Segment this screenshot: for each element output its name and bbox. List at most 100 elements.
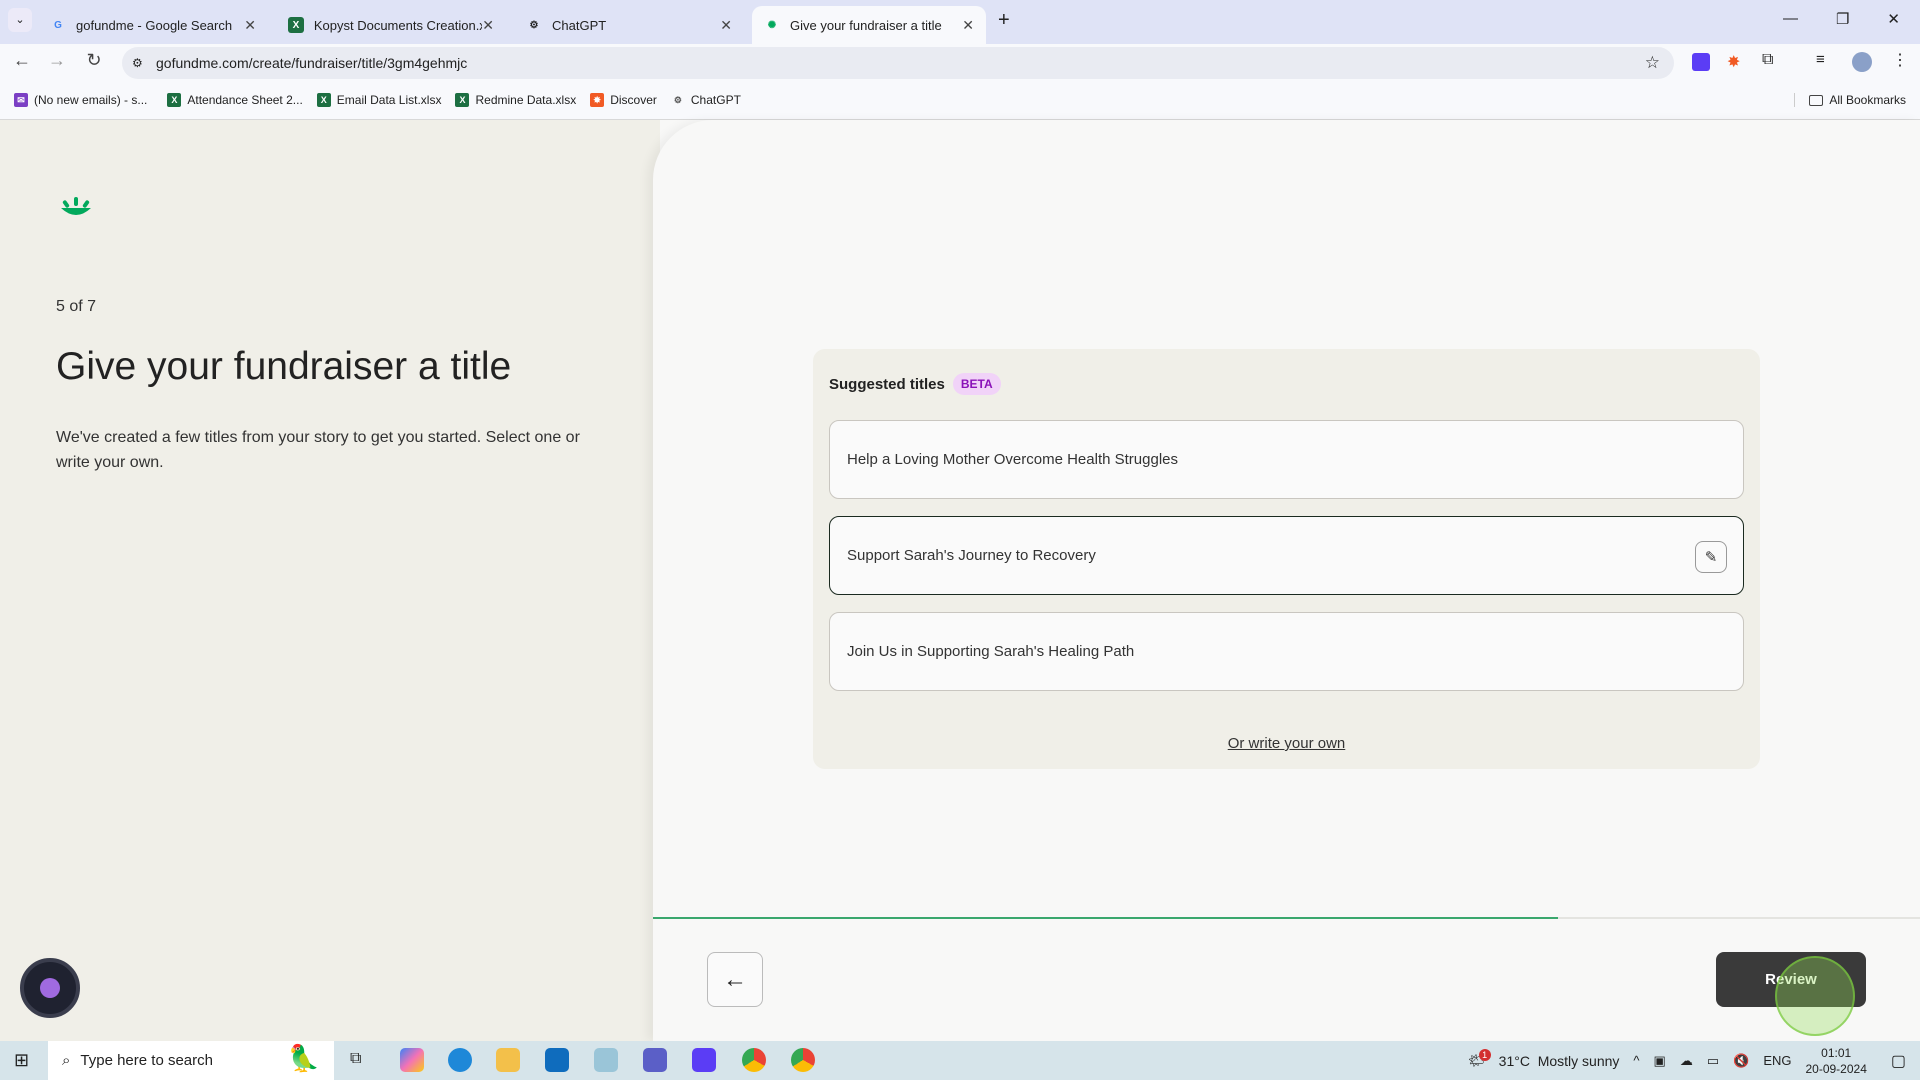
bookmark-item[interactable]: X Redmine Data.xlsx bbox=[455, 93, 576, 107]
media-icon[interactable]: ≡ bbox=[1816, 51, 1825, 68]
bookmark-item[interactable]: ✉ (No new emails) - s... bbox=[14, 93, 147, 107]
option-text: Join Us in Supporting Sarah's Healing Pa… bbox=[847, 643, 1135, 660]
gofundme-logo-icon[interactable] bbox=[58, 196, 94, 218]
gofundme-icon: ✺ bbox=[767, 19, 777, 31]
tab-label: Give your fundraiser a title bbox=[790, 17, 942, 33]
windows-start-icon[interactable]: ⊞ bbox=[14, 1050, 29, 1071]
assistant-bubble[interactable] bbox=[20, 958, 80, 1018]
extension-icon[interactable]: ✸ bbox=[1727, 52, 1740, 72]
mail-icon: ✉ bbox=[14, 93, 28, 107]
step-indicator: 5 of 7 bbox=[56, 298, 97, 315]
tab-chatgpt[interactable]: ⚙ ChatGPT ✕ bbox=[514, 6, 744, 44]
option-text: Support Sarah's Journey to Recovery bbox=[847, 547, 1096, 564]
task-view-icon[interactable]: ⧉ bbox=[350, 1050, 361, 1068]
teams-icon[interactable] bbox=[643, 1048, 667, 1072]
title-option[interactable]: Join Us in Supporting Sarah's Healing Pa… bbox=[829, 612, 1744, 691]
chevron-up-icon[interactable]: ^ bbox=[1633, 1053, 1639, 1068]
bookmark-label: Email Data List.xlsx bbox=[336, 93, 442, 107]
chrome-profile-icon[interactable] bbox=[791, 1048, 815, 1072]
close-tab-icon[interactable]: ✕ bbox=[244, 17, 256, 34]
bookmark-item[interactable]: X Email Data List.xlsx bbox=[316, 93, 442, 107]
all-bookmarks[interactable]: All Bookmarks bbox=[1794, 93, 1906, 107]
left-panel bbox=[0, 120, 660, 1041]
notepad-icon[interactable] bbox=[594, 1048, 618, 1072]
notification-icon[interactable]: ▢ bbox=[1891, 1051, 1906, 1071]
title-option[interactable]: Help a Loving Mother Overcome Health Str… bbox=[829, 420, 1744, 499]
url-text: gofundme.com/create/fundraiser/title/3gm… bbox=[156, 55, 468, 71]
window-controls: — ❐ ✕ bbox=[1783, 10, 1900, 28]
bookmark-item[interactable]: ⚙ ChatGPT bbox=[671, 93, 741, 107]
minimize-icon[interactable]: — bbox=[1783, 10, 1798, 28]
bookmark-label: (No new emails) - s... bbox=[34, 93, 148, 107]
camera-icon[interactable]: ▣ bbox=[1654, 1053, 1666, 1069]
progress-bar bbox=[653, 917, 1558, 919]
bookmark-item[interactable]: X Attendance Sheet 2... bbox=[167, 93, 303, 107]
excel-icon: X bbox=[455, 93, 470, 107]
tab-excel[interactable]: X Kopyst Documents Creation.xlsx✕ bbox=[276, 6, 506, 44]
tab-gofundme[interactable]: ✺ Give your fundraiser a title ✕ bbox=[752, 6, 986, 44]
close-tab-icon[interactable]: ✕ bbox=[720, 17, 732, 34]
volume-muted-icon[interactable]: 🔇 bbox=[1733, 1053, 1749, 1069]
bookmarks-bar: ✉ (No new emails) - s... X Attendance Shee… bbox=[0, 81, 1920, 120]
bookmark-label: Discover bbox=[610, 93, 657, 107]
write-your-own-link[interactable]: Or write your own bbox=[813, 735, 1760, 752]
close-window-icon[interactable]: ✕ bbox=[1887, 10, 1900, 28]
language-indicator[interactable]: ENG bbox=[1763, 1053, 1791, 1068]
suggested-titles-heading: Suggested titles BETA bbox=[829, 373, 1001, 395]
search-icon: ⌕ bbox=[62, 1052, 71, 1069]
clock[interactable]: 01:01 20-09-2024 bbox=[1805, 1045, 1866, 1077]
taskbar-search[interactable]: ⌕ Type here to search 🦜 bbox=[48, 1041, 334, 1080]
weather-icon[interactable]: 🌤 1 bbox=[1468, 1048, 1491, 1069]
heading-text: Suggested titles bbox=[829, 375, 945, 393]
option-text: Help a Loving Mother Overcome Health Str… bbox=[847, 451, 1178, 468]
back-button[interactable]: ← bbox=[707, 952, 763, 1007]
network-icon[interactable]: ▭ bbox=[1707, 1053, 1719, 1069]
reload-icon[interactable]: ↻ bbox=[82, 50, 106, 71]
file-explorer-icon[interactable] bbox=[496, 1048, 520, 1072]
weather-badge: 1 bbox=[1478, 1048, 1491, 1061]
pencil-edit-icon[interactable]: ✎ bbox=[1695, 541, 1727, 573]
restore-icon[interactable]: ❐ bbox=[1836, 10, 1849, 28]
copilot-icon[interactable] bbox=[400, 1048, 424, 1072]
all-bookmarks-label: All Bookmarks bbox=[1829, 93, 1906, 107]
site-info-icon[interactable]: ⚙ bbox=[132, 56, 143, 70]
chatgpt-icon: ⚙ bbox=[529, 19, 539, 31]
page-title: Give your fundraiser a title bbox=[56, 345, 512, 388]
bookmark-label: Attendance Sheet 2... bbox=[187, 93, 303, 107]
new-tab-button[interactable]: + bbox=[998, 9, 1010, 32]
beta-badge: BETA bbox=[952, 373, 1001, 395]
forward-nav-icon[interactable]: → bbox=[45, 50, 69, 71]
parrot-icon: 🦜 bbox=[287, 1043, 320, 1073]
menu-icon[interactable]: ⋮ bbox=[1892, 50, 1908, 70]
bookmark-star-icon[interactable]: ☆ bbox=[1645, 53, 1660, 73]
close-tab-icon[interactable]: ✕ bbox=[482, 17, 494, 34]
tab-label: Kopyst Documents Creation.xlsx bbox=[313, 17, 482, 33]
bookmark-label: Redmine Data.xlsx bbox=[475, 93, 577, 107]
tab-label: ChatGPT bbox=[552, 17, 607, 33]
chatgpt-icon: ⚙ bbox=[673, 94, 682, 105]
folder-icon bbox=[1809, 94, 1824, 106]
tab-search-button[interactable]: ⌄ bbox=[8, 8, 32, 32]
profile-avatar[interactable] bbox=[1852, 52, 1872, 72]
discover-icon: ✸ bbox=[590, 93, 605, 107]
bookmark-item[interactable]: ✸ Discover bbox=[590, 93, 657, 107]
edge-icon[interactable] bbox=[448, 1048, 472, 1072]
extension-icon[interactable] bbox=[1692, 53, 1710, 71]
outlook-icon[interactable] bbox=[545, 1048, 569, 1072]
assistant-dot-icon bbox=[40, 978, 60, 998]
onedrive-icon[interactable]: ☁ bbox=[1680, 1053, 1693, 1069]
system-tray: 🌤 1 31°C Mostly sunny ^ ▣ ☁ ▭ 🔇 ENG 01:01… bbox=[1468, 1041, 1920, 1080]
app-icon[interactable] bbox=[692, 1048, 716, 1072]
excel-icon: X bbox=[167, 93, 182, 107]
search-placeholder: Type here to search bbox=[80, 1052, 213, 1069]
address-bar[interactable]: ⚙ gofundme.com/create/fundraiser/title/3g… bbox=[122, 47, 1674, 79]
tab-google[interactable]: Ggofundme - Google Search ✕ bbox=[38, 6, 268, 44]
bookmark-label: ChatGPT bbox=[690, 93, 741, 107]
weather-text[interactable]: 31°C Mostly sunny bbox=[1499, 1053, 1620, 1069]
back-nav-icon[interactable]: ← bbox=[10, 50, 34, 71]
chrome-icon[interactable] bbox=[742, 1048, 766, 1072]
close-tab-icon[interactable]: ✕ bbox=[962, 17, 974, 34]
extensions-puzzle-icon[interactable]: ⧉ bbox=[1762, 51, 1773, 69]
title-option-selected[interactable]: Support Sarah's Journey to Recovery ✎ bbox=[829, 516, 1744, 595]
google-icon: G bbox=[54, 19, 62, 31]
